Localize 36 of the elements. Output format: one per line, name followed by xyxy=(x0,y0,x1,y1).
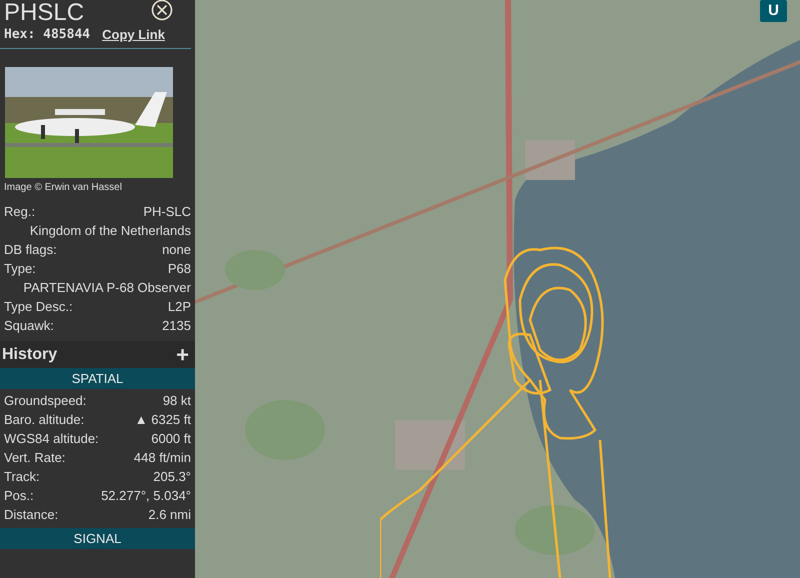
detail-label: Type Desc.: xyxy=(4,298,73,316)
detail-label: Type: xyxy=(4,260,36,278)
detail-value: 205.3° xyxy=(153,468,191,486)
detail-value: 2135 xyxy=(162,316,191,335)
detail-value: ▲ 6325 ft xyxy=(134,410,191,429)
detail-value: Kingdom of the Netherlands xyxy=(30,222,191,240)
image-credit: Image © Erwin van Hassel xyxy=(3,181,123,195)
hex-code: Hex: 485844 xyxy=(4,26,90,44)
detail-value: 52.277°, 5.034° xyxy=(101,486,191,505)
detail-label: Squawk: xyxy=(4,316,54,335)
detail-value: L2P xyxy=(168,298,191,316)
detail-value: 98 kt xyxy=(162,392,191,410)
detail-label: DB flags: xyxy=(4,240,57,259)
detail-label: Reg.: xyxy=(4,202,36,221)
detail-value: P68 xyxy=(168,260,191,278)
copy-link[interactable]: Copy Link xyxy=(102,25,165,45)
detail-label: Pos.: xyxy=(4,486,34,505)
detail-label: Baro. altitude: xyxy=(4,410,84,429)
detail-value: 2.6 nmi xyxy=(148,506,191,524)
detail-label: WGS84 altitude: xyxy=(4,430,99,448)
detail-value: PH-SLC xyxy=(143,202,191,221)
close-icon[interactable] xyxy=(151,0,173,21)
detail-label: Vert. Rate: xyxy=(4,448,66,467)
detail-value: PARTENAVIA P-68 Observer xyxy=(23,278,191,297)
section-header: SIGNAL xyxy=(0,528,195,549)
detail-value: none xyxy=(162,240,191,259)
detail-value: 448 ft/min xyxy=(134,448,191,467)
map-toggle-button[interactable]: U xyxy=(760,0,787,22)
aircraft-callsign: PHSLC xyxy=(4,0,84,26)
section-header: SPATIAL xyxy=(0,368,195,389)
expand-button[interactable]: + xyxy=(176,344,189,366)
history-heading: History xyxy=(2,344,58,364)
detail-label: Distance: xyxy=(4,506,58,524)
detail-label: Track: xyxy=(4,468,40,486)
detail-label: Groundspeed: xyxy=(4,392,86,410)
detail-value: 6000 ft xyxy=(151,430,191,448)
